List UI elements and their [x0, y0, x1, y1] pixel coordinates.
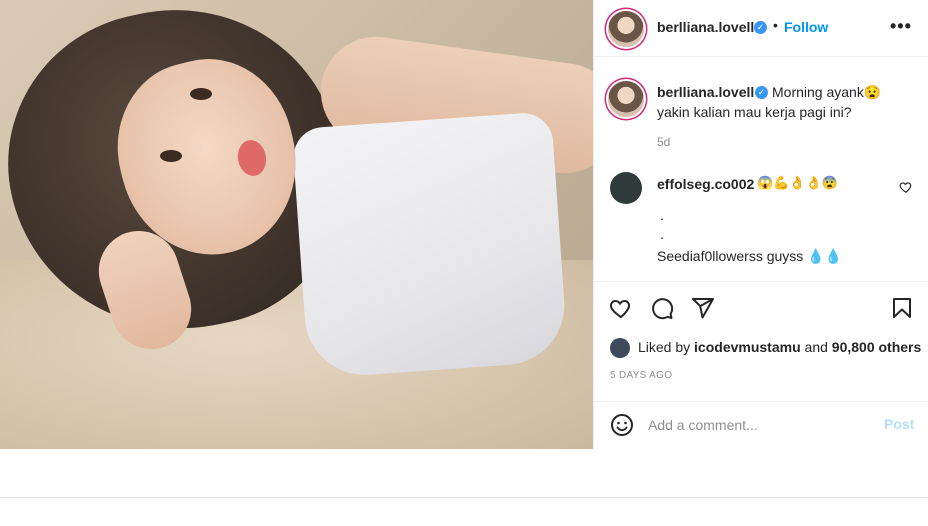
caption-text-line1: Morning ayank😧 — [772, 84, 882, 100]
post-actions: Liked by icodevmustamu and 90,800 others… — [594, 281, 928, 401]
commenter-username[interactable]: effolseg.co002 — [657, 176, 754, 192]
post-header: berlliana.lovell ✓ • Follow ••• — [594, 0, 928, 57]
caption-time[interactable]: 5d — [657, 135, 670, 149]
likes-count[interactable]: 90,800 others — [832, 339, 922, 355]
author-username[interactable]: berlliana.lovell — [657, 19, 754, 35]
verified-badge-icon: ✓ — [755, 86, 768, 99]
comment-line: . — [660, 207, 664, 223]
likes-summary[interactable]: Liked by icodevmustamu and 90,800 others — [638, 339, 921, 355]
verified-badge-icon: ✓ — [754, 21, 767, 34]
caption-text-line2: yakin kalian mau kerja pagi ini? — [657, 104, 852, 120]
more-options-icon[interactable]: ••• — [890, 16, 912, 37]
photo-eye — [160, 150, 182, 162]
author-avatar[interactable] — [608, 11, 644, 47]
post-timestamp[interactable]: 5 DAYS AGO — [610, 370, 672, 381]
commenter-avatar[interactable] — [610, 172, 642, 204]
emoji-icon[interactable] — [610, 413, 634, 437]
divider — [0, 497, 928, 498]
likes-middle: and — [800, 339, 832, 355]
liker-avatar[interactable] — [610, 338, 630, 358]
bookmark-icon[interactable] — [890, 296, 914, 320]
comment-line: Seediaf0llowerss guyss 💧💧 — [657, 248, 843, 264]
comment-input[interactable] — [648, 414, 878, 436]
separator-dot: • — [773, 17, 778, 33]
caption-avatar[interactable] — [608, 81, 644, 117]
comment-emoji: 😱💪👌👌😨 — [757, 175, 838, 190]
heart-icon[interactable] — [609, 296, 633, 320]
likes-prefix: Liked by — [638, 339, 695, 355]
photo-eye — [190, 88, 212, 100]
likes-user[interactable]: icodevmustamu — [694, 339, 801, 355]
post-comment-button[interactable]: Post — [884, 416, 914, 432]
comment-line: . — [660, 226, 664, 242]
share-icon[interactable] — [691, 296, 715, 320]
caption-username[interactable]: berlliana.lovell — [657, 84, 754, 100]
post-frame: berlliana.lovell ✓ • Follow ••• berllian… — [0, 0, 928, 449]
page-below-area — [0, 449, 928, 526]
comment-like-heart-icon[interactable] — [899, 180, 913, 194]
post-sidebar: berlliana.lovell ✓ • Follow ••• berllian… — [593, 0, 928, 449]
comment-icon[interactable] — [650, 296, 674, 320]
instagram-post-page: berlliana.lovell ✓ • Follow ••• berllian… — [0, 0, 928, 526]
follow-button[interactable]: Follow — [784, 19, 828, 35]
post-photo[interactable] — [0, 0, 593, 449]
add-comment-bar: Post — [594, 401, 928, 449]
photo-shirt — [291, 111, 569, 379]
